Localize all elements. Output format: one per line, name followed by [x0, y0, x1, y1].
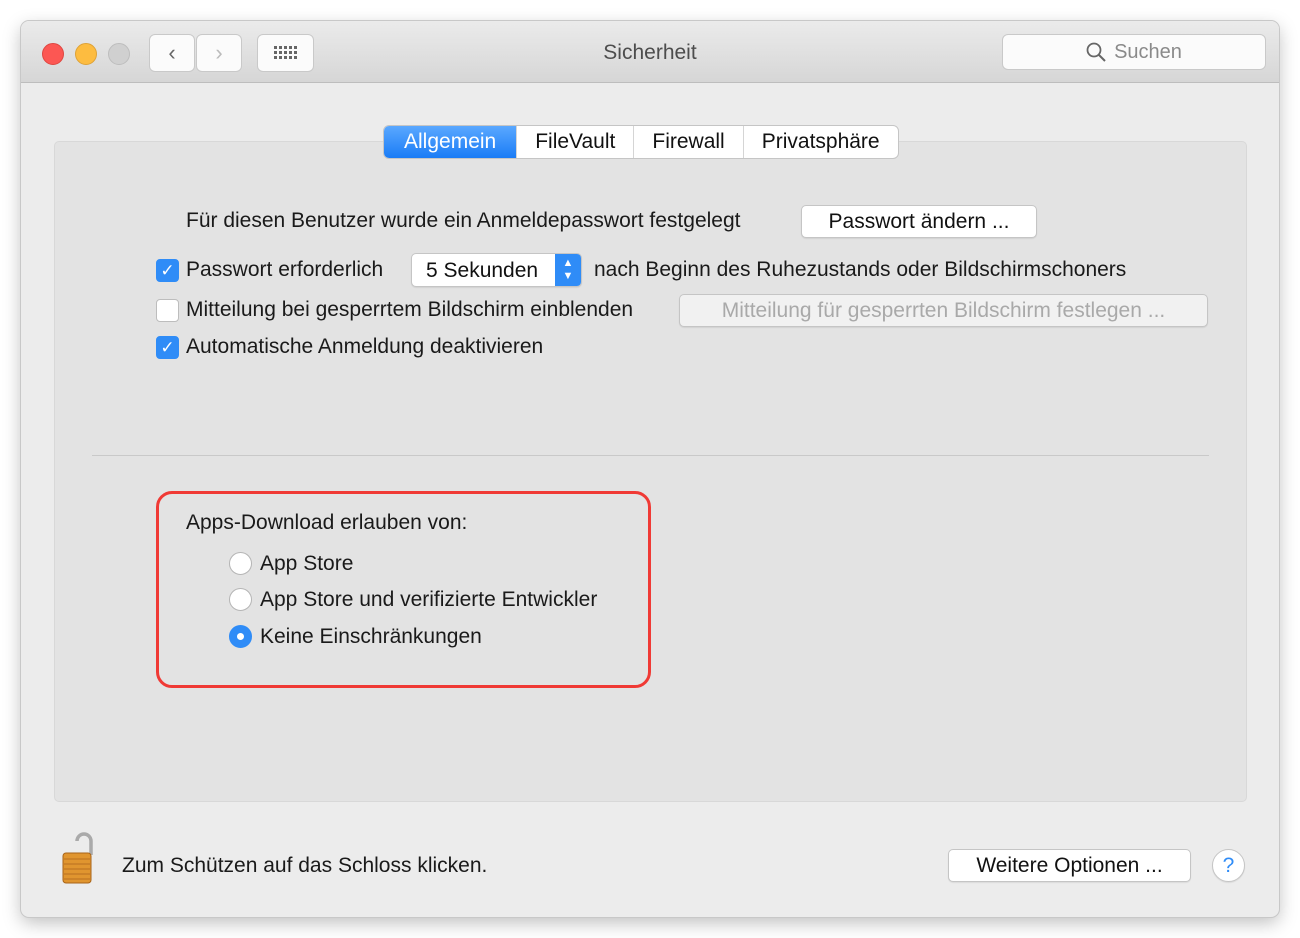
more-options-button[interactable]: Weitere Optionen ...: [948, 849, 1191, 882]
password-delay-select[interactable]: 5 Sekunden ▲ ▼: [411, 253, 582, 287]
search-placeholder: Suchen: [1114, 40, 1182, 63]
tab-firewall[interactable]: Firewall: [634, 126, 744, 158]
radio-no-restrictions[interactable]: [229, 625, 252, 648]
lock-message-label: Mitteilung bei gesperrtem Bildschirm ein…: [186, 298, 634, 321]
require-password-checkbox[interactable]: ✓: [156, 259, 179, 282]
lock-hint-text: Zum Schützen auf das Schloss klicken.: [122, 854, 488, 877]
radio-app-store[interactable]: [229, 552, 252, 575]
tab-filevault[interactable]: FileVault: [517, 126, 635, 158]
option-app-store-verified-label: App Store und verifizierte Entwickler: [260, 588, 598, 611]
unlocked-padlock-icon[interactable]: [61, 831, 103, 885]
disable-auto-login-checkbox[interactable]: ✓: [156, 336, 179, 359]
help-icon: ?: [1222, 854, 1235, 877]
change-password-button[interactable]: Passwort ändern ...: [801, 205, 1037, 238]
tab-bar: Allgemein FileVault Firewall Privatsphär…: [383, 125, 899, 159]
password-set-text: Für diesen Benutzer wurde ein Anmeldepas…: [186, 209, 741, 232]
stepper-arrows-icon: ▲ ▼: [555, 254, 581, 286]
content-panel: [54, 141, 1247, 802]
set-lock-message-button: Mitteilung für gesperrten Bildschirm fes…: [679, 294, 1208, 327]
checkmark-icon: ✓: [160, 338, 175, 357]
checkmark-icon: ✓: [160, 261, 175, 280]
window: ‹ › Sicherheit Suchen Allgemein FileVaul…: [21, 21, 1279, 917]
divider: [92, 455, 1209, 456]
option-no-restrictions-label: Keine Einschränkungen: [260, 625, 482, 648]
password-delay-value: 5 Sekunden: [426, 259, 539, 282]
lock-message-checkbox[interactable]: [156, 299, 179, 322]
tab-allgemein[interactable]: Allgemein: [384, 126, 518, 158]
titlebar: ‹ › Sicherheit Suchen: [21, 21, 1279, 83]
tab-privatsphaere[interactable]: Privatsphäre: [744, 126, 898, 158]
downloads-heading: Apps-Download erlauben von:: [186, 511, 468, 534]
search-input[interactable]: Suchen: [1002, 34, 1266, 70]
require-password-label: Passwort erforderlich: [186, 258, 384, 281]
require-password-suffix: nach Beginn des Ruhezustands oder Bildsc…: [594, 258, 1127, 281]
radio-app-store-verified[interactable]: [229, 588, 252, 611]
help-button[interactable]: ?: [1212, 849, 1245, 882]
disable-auto-login-label: Automatische Anmeldung deaktivieren: [186, 335, 544, 358]
search-icon: [1086, 42, 1106, 62]
option-app-store-label: App Store: [260, 552, 354, 575]
